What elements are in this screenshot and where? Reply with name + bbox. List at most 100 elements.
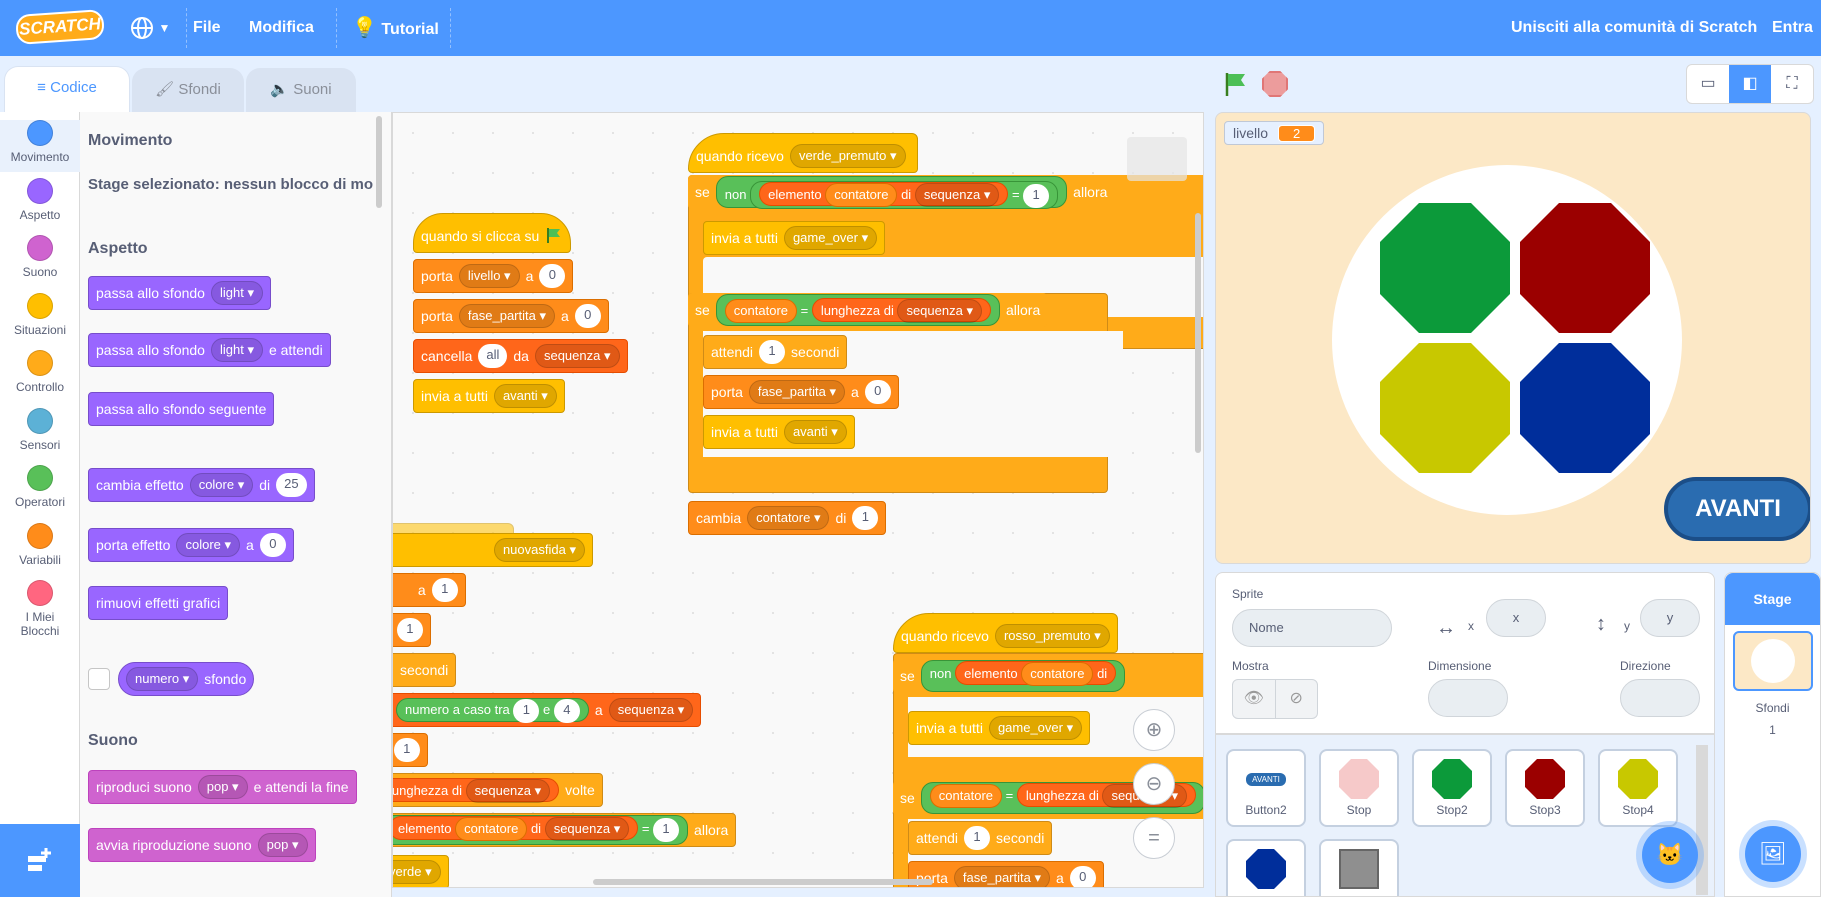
value-input[interactable]: all — [478, 344, 508, 368]
tab-code[interactable]: ≡ Codice — [4, 66, 130, 112]
variable-dropdown[interactable]: livello — [458, 264, 520, 288]
effect-value-input[interactable]: 25 — [276, 473, 307, 497]
sound-dropdown[interactable]: pop — [197, 775, 248, 799]
list-dropdown[interactable]: sequenza — [897, 299, 982, 323]
broadcast-gameover-block[interactable]: invia a tutti game_over — [908, 711, 1091, 745]
message-dropdown[interactable]: rosso_premuto — [994, 624, 1110, 648]
language-menu[interactable]: ▼ — [130, 0, 170, 56]
green-button-sprite[interactable] — [1380, 203, 1510, 333]
if-header-1[interactable]: se non elemento contatore di sequenza = … — [688, 175, 1203, 209]
sprite-tile[interactable] — [1319, 839, 1399, 896]
category-motion[interactable]: Movimento — [0, 120, 80, 172]
category-variables[interactable]: Variabili — [0, 523, 80, 567]
if-header-4[interactable]: se non elemento contatore di — [893, 659, 1133, 693]
block-backdrop-reporter[interactable]: numero sfondo — [118, 662, 255, 696]
category-my-blocks[interactable]: I Miei Blocchi — [0, 580, 80, 638]
normal-stage-button[interactable]: ◧ — [1729, 65, 1771, 103]
category-looks[interactable]: Aspetto — [0, 178, 80, 222]
effect-dropdown[interactable]: colore — [176, 533, 241, 557]
change-livello-block[interactable]: di1 — [393, 613, 431, 647]
add-extension-button[interactable] — [0, 824, 80, 897]
variable-dropdown[interactable]: fase_partita — [748, 380, 845, 404]
join-link[interactable]: Unisciti alla comunità di Scratch — [1511, 0, 1757, 56]
set-fase-block[interactable]: portafase_partitaa0 — [908, 861, 1104, 887]
variable-monitor[interactable]: livello 2 — [1224, 121, 1325, 145]
yellow-button-sprite[interactable] — [1380, 343, 1510, 473]
tab-sounds[interactable]: 🔈 Suoni — [246, 68, 356, 112]
message-dropdown[interactable]: avanti — [493, 384, 557, 408]
block-start-sound[interactable]: avvia riproduzione suono pop — [88, 828, 316, 862]
contatore-reporter[interactable]: contatore — [825, 183, 898, 207]
message-dropdown[interactable]: verde_premuto — [789, 144, 906, 168]
list-dropdown[interactable]: sequenza — [465, 779, 551, 803]
add-to-list-block[interactable]: numero a caso tra 1 e 4 a sequenza — [393, 693, 702, 727]
stop-button[interactable] — [1262, 71, 1288, 97]
y-field[interactable]: y — [1640, 599, 1700, 637]
sprite-tile[interactable]: Stop4 — [1598, 749, 1678, 827]
broadcast-gameover-block[interactable]: invia a tutti game_over — [703, 221, 886, 255]
contatore-reporter[interactable]: contatore — [455, 817, 528, 841]
list-dropdown[interactable]: sequenza — [914, 183, 1000, 207]
category-sound[interactable]: Suono — [0, 235, 80, 279]
add-backdrop-button[interactable]: 🖼 — [1745, 826, 1801, 882]
sprite-tile[interactable]: Stop — [1319, 749, 1399, 827]
set-fase-block[interactable]: portafase_partitaa0 — [703, 375, 899, 409]
zoom-reset-button[interactable]: = — [1133, 817, 1175, 859]
wait-block[interactable]: attendi 1 secondi — [908, 821, 1053, 855]
repeat-block[interactable]: lunghezza di sequenza volte — [393, 773, 603, 807]
value-input[interactable]: 1 — [964, 826, 991, 850]
value-input[interactable]: 1 — [759, 340, 786, 364]
set-livello-block[interactable]: porta livello a0 — [413, 259, 574, 293]
add-sprite-button[interactable]: 🐱 — [1642, 827, 1698, 883]
broadcast-avanti-block[interactable]: invia a tutti avanti — [413, 379, 565, 413]
item-of-list-reporter[interactable]: elemento contatore di sequenza — [759, 182, 1009, 207]
stage-canvas[interactable]: livello 2 AVANTI — [1215, 112, 1811, 564]
contatore-reporter[interactable]: contatore — [929, 784, 1002, 808]
length-of-list-reporter[interactable]: lunghezza di sequenza — [811, 298, 991, 323]
value-input[interactable]: 4 — [553, 699, 580, 723]
green-flag-button[interactable] — [1222, 70, 1250, 103]
sound-dropdown[interactable]: pop — [257, 833, 308, 857]
if-header-2[interactable]: se contatore = lunghezza di sequenza all… — [688, 293, 1048, 327]
scratch-logo[interactable]: SCRATCH — [15, 8, 105, 46]
backdrop-dropdown[interactable]: light — [210, 281, 263, 305]
message-dropdown[interactable]: game_over — [988, 716, 1083, 740]
signin-link[interactable]: Entra — [1772, 0, 1813, 56]
change-contatore-block[interactable]: cambia contatore di 1 — [688, 501, 887, 535]
category-sensing[interactable]: Sensori — [0, 408, 80, 452]
direction-field[interactable] — [1620, 679, 1700, 717]
file-menu[interactable]: File — [193, 0, 221, 56]
tab-backdrops[interactable]: 🖌 Sfondi — [132, 68, 244, 112]
set-fase-block[interactable]: portaa1 — [393, 573, 466, 607]
value-input[interactable]: 0 — [864, 380, 891, 404]
stage-selector[interactable]: Stage Sfondi 1 🖼 — [1724, 572, 1821, 897]
block-switch-backdrop-wait[interactable]: passa allo sfondo light e attendi — [88, 333, 331, 367]
when-receive-verde-hat[interactable]: quando ricevo verde_premuto — [688, 133, 918, 173]
message-dropdown[interactable]: game_over — [783, 226, 878, 250]
item-of-list-reporter[interactable]: elemento contatore di sequenza — [393, 816, 639, 841]
size-field[interactable] — [1428, 679, 1508, 717]
sprite-list-scrollbar[interactable] — [1696, 745, 1708, 895]
block-switch-backdrop[interactable]: passa allo sfondo light — [88, 276, 271, 310]
avanti-button-sprite[interactable]: AVANTI — [1664, 477, 1810, 541]
value-input[interactable]: 1 — [653, 818, 680, 842]
edit-menu[interactable]: Modifica — [249, 0, 314, 56]
broadcast-verde-block[interactable]: verde — [393, 855, 449, 887]
block-play-until-done[interactable]: riproduci suono pop e attendi la fine — [88, 770, 357, 804]
wait-block[interactable]: secondi — [393, 653, 457, 687]
equals-operator[interactable]: elemento contatore di sequenza = 1 — [393, 815, 689, 845]
equals-operator[interactable]: elemento contatore di sequenza = 1 — [750, 181, 1059, 209]
value-input[interactable]: 0 — [539, 264, 566, 288]
tutorial-menu[interactable]: 💡 Tutorial — [352, 0, 439, 56]
red-button-sprite[interactable] — [1520, 203, 1650, 333]
backdrop-dropdown[interactable]: light — [210, 338, 263, 362]
if-block-3[interactable]: elemento contatore di sequenza = 1 allora — [393, 813, 737, 847]
palette-scrollbar[interactable] — [376, 116, 382, 208]
message-dropdown[interactable]: verde — [393, 860, 441, 884]
vertical-scrollbar[interactable] — [1195, 213, 1201, 453]
list-dropdown[interactable]: sequenza — [608, 698, 694, 722]
block-change-effect[interactable]: cambia effetto colore di 25 — [88, 468, 315, 502]
length-of-list-reporter[interactable]: lunghezza di sequenza — [393, 778, 560, 803]
contatore-reporter[interactable]: contatore — [1021, 662, 1094, 686]
value-input[interactable]: 0 — [1069, 866, 1096, 887]
